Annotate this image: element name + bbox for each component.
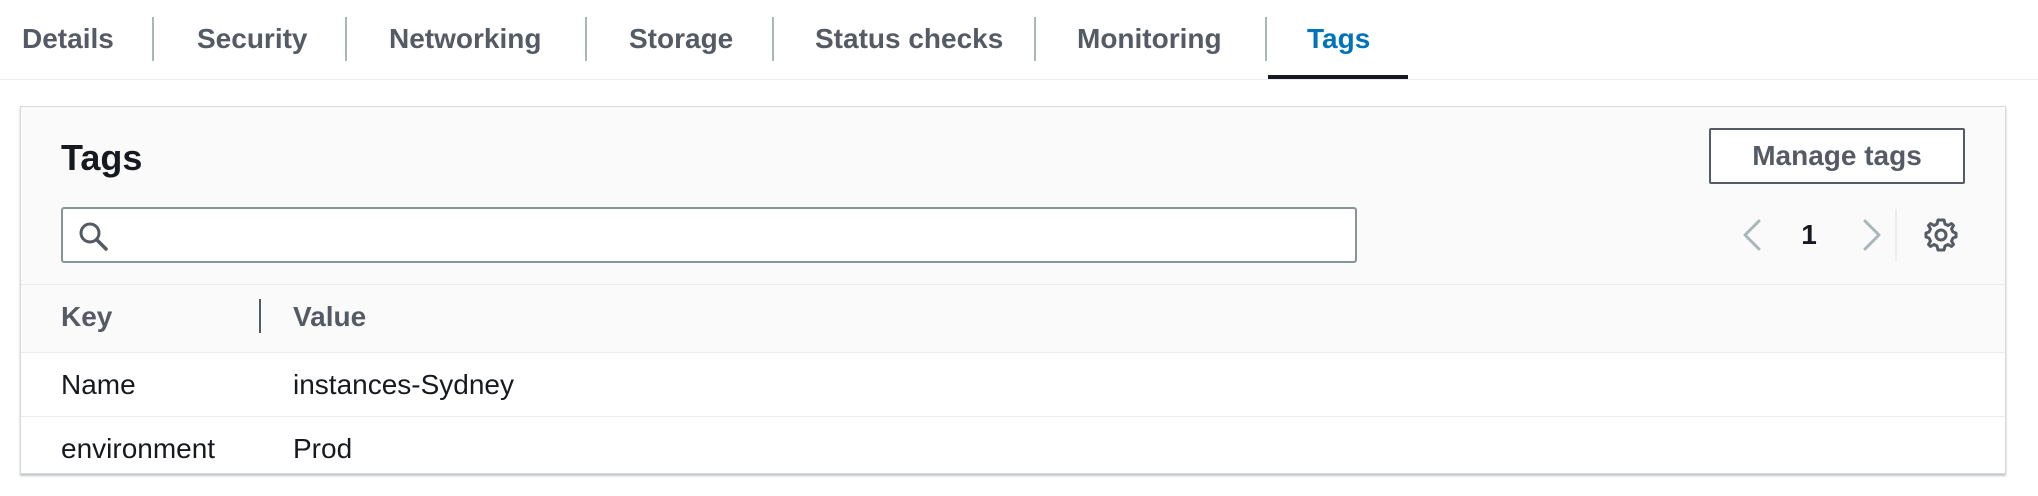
- table-row: environment Prod: [21, 417, 2005, 481]
- search-field[interactable]: [61, 207, 1357, 263]
- tab-security[interactable]: Security: [197, 0, 308, 80]
- tab-divider: [585, 17, 587, 61]
- table-row: Name instances-Sydney: [21, 353, 2005, 417]
- pager-divider: [1895, 209, 1897, 261]
- chevron-right-icon[interactable]: [1855, 217, 1887, 253]
- panel-title: Tags: [61, 137, 143, 178]
- panel-header: Tags Manage tags 1: [21, 107, 2005, 285]
- tab-monitoring[interactable]: Monitoring: [1077, 0, 1222, 80]
- tab-divider: [152, 17, 154, 61]
- tab-details[interactable]: Details: [22, 0, 114, 80]
- active-tab-indicator: [1268, 75, 1408, 79]
- tab-divider: [1034, 17, 1036, 61]
- tab-bar: Details Security Networking Storage Stat…: [0, 0, 2038, 80]
- search-icon: [79, 222, 108, 251]
- tab-networking[interactable]: Networking: [389, 0, 541, 80]
- tab-divider: [772, 17, 774, 61]
- tab-divider: [1265, 17, 1267, 61]
- column-resizer[interactable]: [259, 299, 261, 333]
- search-input[interactable]: [121, 209, 1345, 263]
- tab-status-checks[interactable]: Status checks: [815, 0, 1003, 80]
- chevron-left-icon[interactable]: [1737, 217, 1769, 253]
- gear-icon[interactable]: [1923, 217, 1959, 253]
- tag-key-cell: environment: [61, 433, 216, 464]
- tags-panel: Tags Manage tags 1 Key Value Name instan…: [20, 106, 2006, 474]
- tag-key-cell: Name: [61, 369, 136, 400]
- tab-tags[interactable]: Tags: [1307, 0, 1370, 80]
- column-header-value[interactable]: Value: [293, 299, 366, 335]
- tab-storage[interactable]: Storage: [629, 0, 733, 80]
- page-number[interactable]: 1: [1789, 215, 1829, 255]
- tag-value-cell: instances-Sydney: [293, 369, 515, 400]
- manage-tags-button[interactable]: Manage tags: [1709, 128, 1965, 184]
- column-header-key[interactable]: Key: [61, 299, 112, 335]
- tag-value-cell: Prod: [293, 433, 353, 464]
- tab-divider: [345, 17, 347, 61]
